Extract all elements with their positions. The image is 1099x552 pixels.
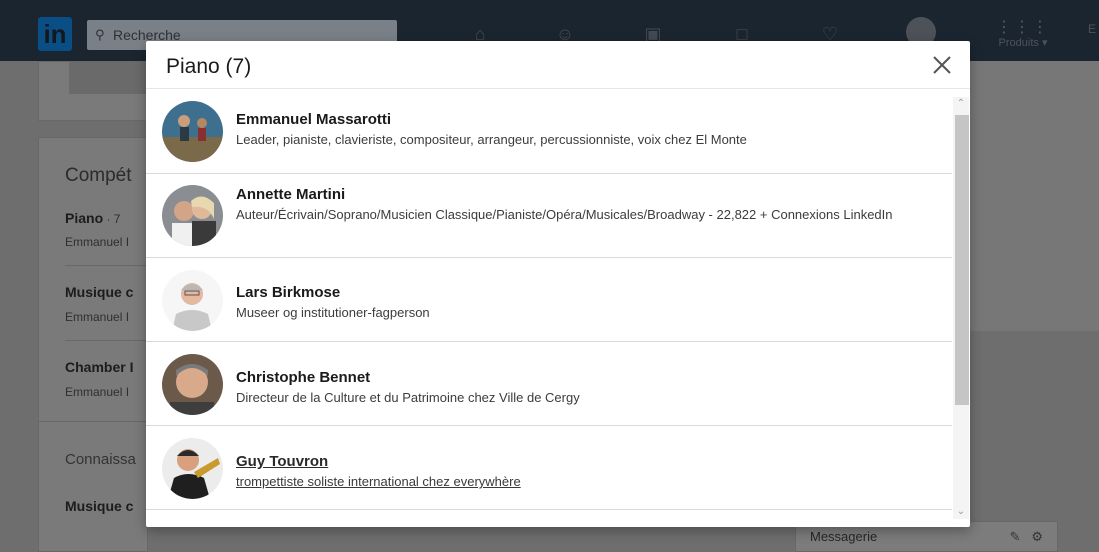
skill-name[interactable]: Musique c [65,284,133,300]
products-menu[interactable]: ⋮⋮⋮ Produits ▾ [993,19,1053,50]
list-item[interactable]: Lars Birkmose Museer og institutioner-fa… [146,258,952,342]
skill-name[interactable]: Musique c [65,498,133,514]
knowledge-title: Connaissa [65,451,136,468]
divider [65,265,149,266]
nav-edge-text: E [1088,22,1097,36]
skills-card: Compét Piano · 7 Emmanuel I Musique c Em… [38,137,149,552]
scrollbar[interactable]: ⌃ ⌄ [953,97,969,519]
skill-name: Piano [65,210,104,226]
avatar[interactable] [162,101,223,162]
right-rail [970,61,1099,331]
avatar[interactable] [162,354,223,415]
divider [65,340,149,341]
person-name[interactable]: Guy Touvron [236,453,328,470]
person-name[interactable]: Annette Martini [236,186,345,203]
linkedin-logo[interactable]: in [38,17,72,51]
products-label: Produits ▾ [998,37,1048,49]
profile-photo-icon [162,185,223,246]
compose-icon[interactable]: ✎ [1010,529,1021,544]
profile-photo-icon [162,354,223,415]
profile-photo-icon [162,101,223,162]
person-name[interactable]: Emmanuel Massarotti [236,111,391,128]
list-item[interactable]: Christophe Bennet Directeur de la Cultur… [146,342,952,426]
skill-endorser: Emmanuel I [65,310,130,324]
divider [39,421,149,422]
close-button[interactable] [928,51,956,79]
background-button [69,62,149,94]
skill-count: · 7 [103,212,121,226]
background-card-top [38,61,149,121]
messaging-label: Messagerie [810,529,878,544]
endorsers-modal: Piano (7) Emmanuel Massarotti Leader, pi… [146,41,970,527]
skill-piano[interactable]: Piano · 7 [65,210,120,226]
person-headline: Museer og institutioner-fagperson [236,305,430,320]
person-headline: Auteur/Écrivain/Soprano/Musicien Classiq… [236,207,893,222]
person-name[interactable]: Lars Birkmose [236,284,340,301]
scroll-up-icon[interactable]: ⌃ [953,97,969,111]
skill-endorser: Emmanuel I [65,385,130,399]
skill-name[interactable]: Chamber I [65,359,133,375]
search-icon: ⚲ [95,27,105,42]
list-item[interactable]: Guy Touvron trompettiste soliste interna… [146,426,952,510]
modal-title: Piano (7) [166,55,252,78]
avatar[interactable] [162,185,223,246]
avatar[interactable] [162,270,223,331]
list-item[interactable]: Annette Martini Auteur/Écrivain/Soprano/… [146,174,952,258]
gear-icon[interactable]: ⚙ [1031,529,1043,544]
profile-photo-icon [162,270,223,331]
person-headline: Leader, pianiste, clavieriste, composite… [236,132,747,147]
avatar[interactable] [162,438,223,499]
scroll-thumb[interactable] [955,115,969,405]
endorsers-list: Emmanuel Massarotti Leader, pianiste, cl… [146,90,952,527]
grid-icon: ⋮⋮⋮ [996,19,1050,36]
person-headline[interactable]: trompettiste soliste international chez … [236,472,916,491]
skills-title: Compét [65,165,132,186]
close-icon [933,56,951,74]
person-headline: Directeur de la Culture et du Patrimoine… [236,390,580,405]
messaging-actions: ✎ ⚙ [1010,522,1043,552]
list-item[interactable]: Emmanuel Massarotti Leader, pianiste, cl… [146,90,952,174]
person-name[interactable]: Christophe Bennet [236,369,370,386]
skill-endorser: Emmanuel I [65,235,130,249]
profile-photo-icon [162,438,223,499]
scroll-down-icon[interactable]: ⌄ [953,505,969,519]
modal-header: Piano (7) [146,41,970,89]
